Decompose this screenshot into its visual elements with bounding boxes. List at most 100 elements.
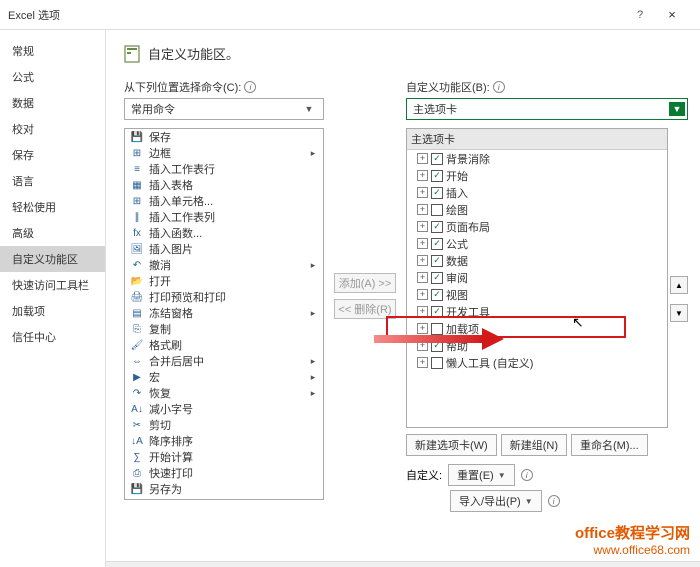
sidebar-item-general[interactable]: 常规 — [0, 38, 105, 64]
command-item[interactable]: 💾另存为 — [125, 481, 323, 497]
middle-buttons: 添加(A) >> << 删除(R) — [332, 79, 398, 512]
checkbox[interactable]: ✓ — [431, 187, 443, 199]
tree-item[interactable]: +懒人工具 (自定义) — [407, 354, 667, 371]
command-item[interactable]: ∑开始计算 — [125, 449, 323, 465]
sidebar-item-proofing[interactable]: 校对 — [0, 116, 105, 142]
sidebar-item-quick-access[interactable]: 快速访问工具栏 — [0, 272, 105, 298]
tree-item[interactable]: +✓插入 — [407, 184, 667, 201]
tree-item[interactable]: +加载项 — [407, 320, 667, 337]
remove-button[interactable]: << 删除(R) — [334, 299, 396, 319]
checkbox[interactable] — [431, 323, 443, 335]
command-item[interactable]: ↶撤消▸ — [125, 257, 323, 273]
sidebar-item-advanced[interactable]: 高级 — [0, 220, 105, 246]
cells-icon: ⊞ — [129, 194, 145, 208]
horizontal-scrollbar[interactable] — [106, 561, 700, 567]
expand-icon[interactable]: + — [417, 357, 428, 368]
checkbox[interactable] — [431, 357, 443, 369]
expand-icon[interactable]: + — [417, 170, 428, 181]
checkbox[interactable]: ✓ — [431, 221, 443, 233]
add-button[interactable]: 添加(A) >> — [334, 273, 396, 293]
new-group-button[interactable]: 新建组(N) — [501, 434, 567, 456]
ribbon-column: 自定义功能区(B): i 主选项卡 ▼ 主选项卡 +✓背景消除+✓开始+✓插入+… — [406, 79, 688, 512]
command-item[interactable]: ▦插入表格 — [125, 177, 323, 193]
command-item[interactable]: fx插入函数... — [125, 225, 323, 241]
tree-item[interactable]: +✓开发工具 — [407, 303, 667, 320]
move-up-button[interactable]: ▲ — [670, 276, 688, 294]
command-item[interactable]: ⊞插入单元格... — [125, 193, 323, 209]
checkbox[interactable]: ✓ — [431, 153, 443, 165]
saveas-icon: 💾 — [129, 482, 145, 496]
expand-icon[interactable]: + — [417, 323, 428, 334]
command-item[interactable]: 🖨打印预览和打印 — [125, 289, 323, 305]
command-item[interactable]: 📂打开 — [125, 273, 323, 289]
command-item[interactable]: ⎙快速打印 — [125, 465, 323, 481]
command-item[interactable]: ☰名称管理器 — [125, 497, 323, 499]
tree-item[interactable]: +✓开始 — [407, 167, 667, 184]
command-item[interactable]: 🖼插入图片 — [125, 241, 323, 257]
checkbox[interactable]: ✓ — [431, 340, 443, 352]
import-export-dropdown[interactable]: 导入/导出(P)▼ — [450, 490, 542, 512]
expand-icon[interactable]: + — [417, 289, 428, 300]
checkbox[interactable]: ✓ — [431, 289, 443, 301]
checkbox[interactable] — [431, 204, 443, 216]
command-item[interactable]: ⇔合并后居中▸ — [125, 353, 323, 369]
command-item[interactable]: ↓A降序排序 — [125, 433, 323, 449]
tree-item[interactable]: +✓公式 — [407, 235, 667, 252]
checkbox[interactable]: ✓ — [431, 272, 443, 284]
sidebar-item-save[interactable]: 保存 — [0, 142, 105, 168]
tree-item[interactable]: +✓审阅 — [407, 269, 667, 286]
info-icon[interactable]: i — [548, 495, 560, 507]
checkbox[interactable]: ✓ — [431, 238, 443, 250]
checkbox[interactable]: ✓ — [431, 170, 443, 182]
expand-icon[interactable]: + — [417, 306, 428, 317]
new-tab-button[interactable]: 新建选项卡(W) — [406, 434, 497, 456]
expand-icon[interactable]: + — [417, 238, 428, 249]
command-item[interactable]: ▤冻结窗格▸ — [125, 305, 323, 321]
command-item[interactable]: ↷恢复▸ — [125, 385, 323, 401]
reset-dropdown[interactable]: 重置(E)▼ — [448, 464, 515, 486]
sidebar-item-customize-ribbon[interactable]: 自定义功能区 — [0, 246, 105, 272]
sidebar-item-trust-center[interactable]: 信任中心 — [0, 324, 105, 350]
command-item[interactable]: 🖌格式刷 — [125, 337, 323, 353]
expand-icon[interactable]: + — [417, 340, 428, 351]
ribbon-icon — [124, 45, 140, 63]
tree-item[interactable]: +✓背景消除 — [407, 150, 667, 167]
command-item[interactable]: ⎘复制 — [125, 321, 323, 337]
rename-button[interactable]: 重命名(M)... — [571, 434, 648, 456]
expand-icon[interactable]: + — [417, 187, 428, 198]
checkbox[interactable]: ✓ — [431, 255, 443, 267]
choose-commands-dropdown[interactable]: 常用命令 ▼ — [124, 98, 324, 120]
info-icon[interactable]: i — [244, 81, 256, 93]
command-item[interactable]: ✂剪切 — [125, 417, 323, 433]
expand-icon[interactable]: + — [417, 272, 428, 283]
sidebar-item-formulas[interactable]: 公式 — [0, 64, 105, 90]
command-item[interactable]: 💾保存 — [125, 129, 323, 145]
help-button[interactable]: ? — [628, 9, 652, 21]
command-item[interactable]: A↓减小字号 — [125, 401, 323, 417]
expand-icon[interactable]: + — [417, 255, 428, 266]
info-icon[interactable]: i — [493, 81, 505, 93]
command-item[interactable]: ∥插入工作表列 — [125, 209, 323, 225]
checkbox[interactable]: ✓ — [431, 306, 443, 318]
sidebar-item-addins[interactable]: 加载项 — [0, 298, 105, 324]
info-icon[interactable]: i — [521, 469, 533, 481]
sidebar-item-data[interactable]: 数据 — [0, 90, 105, 116]
command-item[interactable]: ≡插入工作表行 — [125, 161, 323, 177]
expand-icon[interactable]: + — [417, 204, 428, 215]
expand-icon[interactable]: + — [417, 221, 428, 232]
ribbon-tree[interactable]: 主选项卡 +✓背景消除+✓开始+✓插入+绘图+✓页面布局+✓公式+✓数据+✓审阅… — [406, 128, 668, 428]
commands-listbox[interactable]: 💾保存⊞边框▸≡插入工作表行▦插入表格⊞插入单元格...∥插入工作表列fx插入函… — [124, 128, 324, 500]
command-item[interactable]: ▶宏▸ — [125, 369, 323, 385]
sidebar-item-language[interactable]: 语言 — [0, 168, 105, 194]
tree-item[interactable]: +✓页面布局 — [407, 218, 667, 235]
close-button[interactable]: × — [652, 7, 692, 22]
move-down-button[interactable]: ▼ — [670, 304, 688, 322]
command-item[interactable]: ⊞边框▸ — [125, 145, 323, 161]
tree-item[interactable]: +绘图 — [407, 201, 667, 218]
expand-icon[interactable]: + — [417, 153, 428, 164]
sidebar-item-accessibility[interactable]: 轻松使用 — [0, 194, 105, 220]
tree-item[interactable]: +✓数据 — [407, 252, 667, 269]
ribbon-tabs-dropdown[interactable]: 主选项卡 ▼ — [406, 98, 688, 120]
tree-item[interactable]: +✓视图 — [407, 286, 667, 303]
tree-item[interactable]: +✓帮助 — [407, 337, 667, 354]
